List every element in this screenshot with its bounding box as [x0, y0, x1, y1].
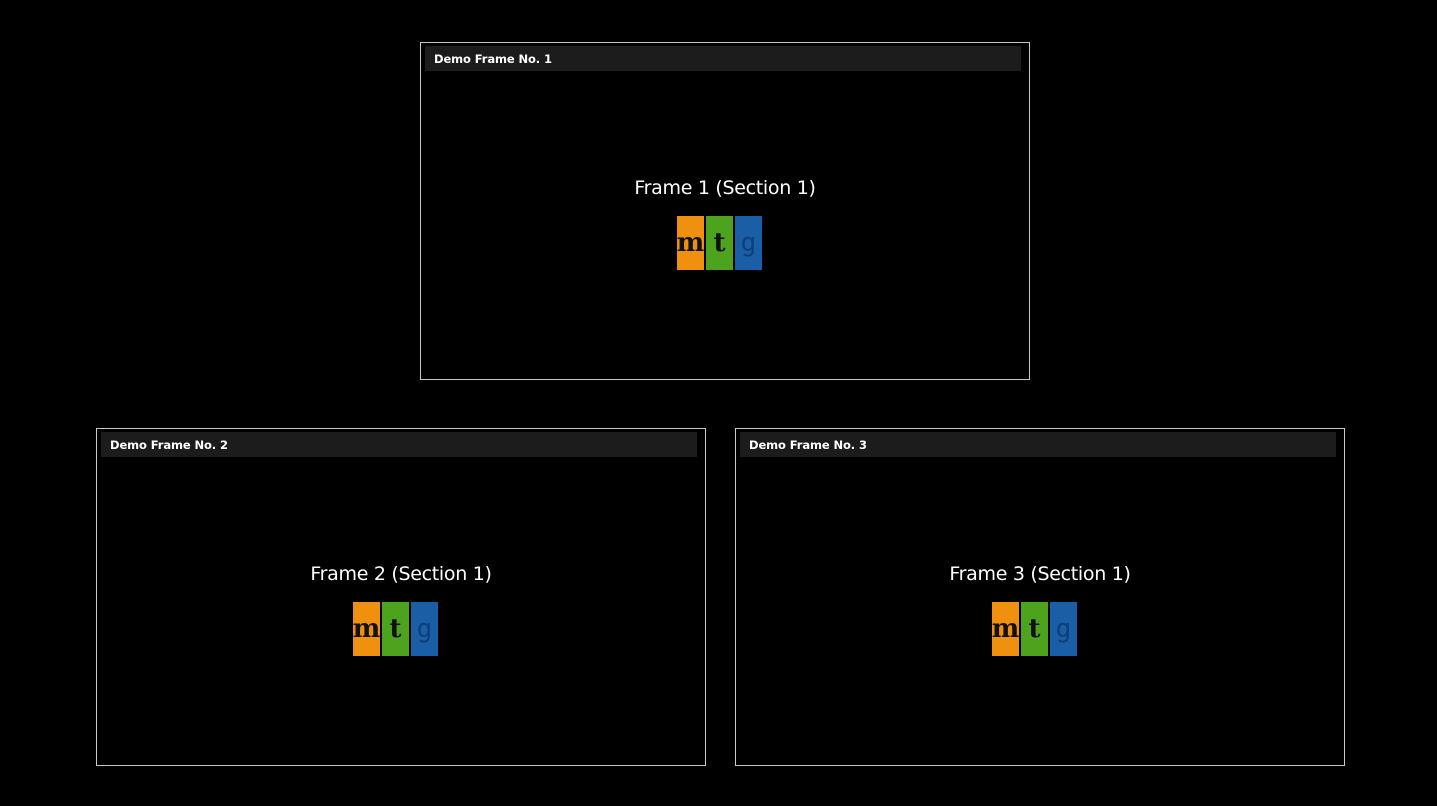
logo-letter-m: m	[677, 216, 704, 270]
frame-titlebar[interactable]: Demo Frame No. 1	[425, 46, 1021, 71]
frame-titlebar[interactable]: Demo Frame No. 2	[101, 432, 697, 457]
logo-letter-m: m	[353, 602, 380, 656]
logo-letter-g: g	[411, 602, 438, 656]
frame-titlebar[interactable]: Demo Frame No. 3	[740, 432, 1336, 457]
demo-frame-1[interactable]: Demo Frame No. 1 Frame 1 (Section 1) m t…	[420, 42, 1030, 380]
frame-heading: Frame 2 (Section 1)	[310, 563, 492, 585]
mtg-logo: m t g	[992, 602, 1077, 656]
frame-heading: Frame 3 (Section 1)	[949, 563, 1131, 585]
frame-title: Demo Frame No. 2	[110, 438, 228, 452]
frame-heading: Frame 1 (Section 1)	[634, 177, 816, 199]
logo-letter-t: t	[382, 602, 409, 656]
logo-letter-t: t	[1021, 602, 1048, 656]
logo-letter-m: m	[992, 602, 1019, 656]
demo-frame-2[interactable]: Demo Frame No. 2 Frame 2 (Section 1) m t…	[96, 428, 706, 766]
logo-letter-g: g	[735, 216, 762, 270]
logo-letter-g: g	[1050, 602, 1077, 656]
mtg-logo: m t g	[677, 216, 762, 270]
demo-frame-3[interactable]: Demo Frame No. 3 Frame 3 (Section 1) m t…	[735, 428, 1345, 766]
logo-letter-t: t	[706, 216, 733, 270]
frame-title: Demo Frame No. 1	[434, 52, 552, 66]
mtg-logo: m t g	[353, 602, 438, 656]
frame-title: Demo Frame No. 3	[749, 438, 867, 452]
